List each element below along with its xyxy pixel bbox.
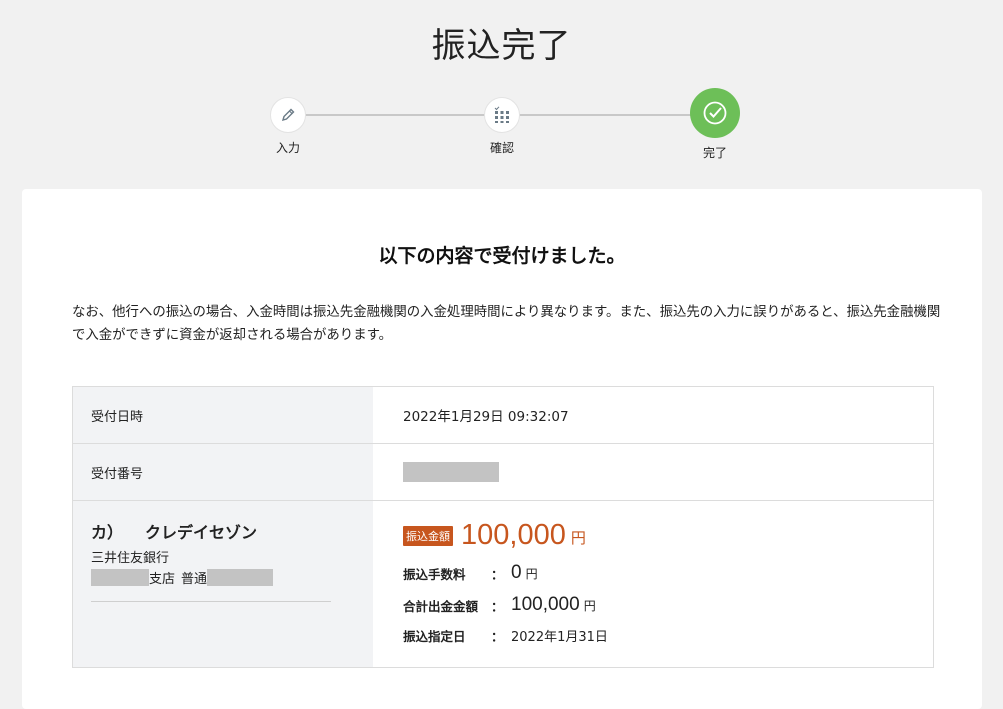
date-value: 2022年1月31日 xyxy=(511,630,608,645)
payee-info: カ） クレデイセゾン 三井住友銀行 支店 普通 xyxy=(73,501,373,667)
notice-text: なお、他行への振込の場合、入金時間は振込先金融機関の入金処理時間により異なります… xyxy=(72,305,941,343)
fee-label: 振込手数料 xyxy=(403,566,466,582)
date-line: 振込指定日 ： 2022年1月31日 xyxy=(403,626,903,645)
bank-name: 三井住友銀行 xyxy=(91,551,170,566)
date-colon: ： xyxy=(491,629,504,644)
transfer-info: 振込金額 100,000 円 振込手数料 ： 0 円 合計出金金額 ： 100,… xyxy=(373,501,933,667)
masked-account-number xyxy=(207,569,274,586)
total-line: 合計出金金額 ： 100,000 円 xyxy=(403,594,903,616)
total-unit: 円 xyxy=(583,598,596,613)
masked-reception-number xyxy=(403,462,499,482)
step-label-complete: 完了 xyxy=(702,146,727,160)
check-circle-icon xyxy=(690,88,740,138)
row-received-at: 受付日時 2022年1月29日 09:32:07 xyxy=(73,387,933,444)
amount-line: 振込金額 100,000 円 xyxy=(403,519,903,552)
received-at-label: 受付日時 xyxy=(73,387,373,443)
received-at-value: 2022年1月29日 09:32:07 xyxy=(403,409,569,425)
result-card: 以下の内容で受付けました。 なお、他行への振込の場合、入金時間は振込先金融機関の… xyxy=(22,189,982,709)
date-label: 振込指定日 xyxy=(403,629,466,644)
branch-line: 支店 普通 xyxy=(91,568,355,587)
page-title: 振込完了 xyxy=(431,26,572,66)
total-label: 合計出金金額 xyxy=(403,598,479,614)
payee-name-main: クレデイセゾン xyxy=(145,523,258,542)
fee-colon: ： xyxy=(491,566,504,582)
transfer-detail-table: 受付日時 2022年1月29日 09:32:07 受付番号 カ） クレデイセゾン … xyxy=(72,386,934,668)
row-reception-number: 受付番号 xyxy=(73,444,933,501)
card-heading: 以下の内容で受付けました。 xyxy=(378,245,626,267)
reception-number-value xyxy=(373,444,933,500)
masked-branch xyxy=(91,569,149,586)
reception-number-label: 受付番号 xyxy=(73,444,373,500)
fee-line: 振込手数料 ： 0 円 xyxy=(403,562,903,584)
total-colon: ： xyxy=(491,598,504,614)
fee-unit: 円 xyxy=(525,566,538,581)
fee-value: 0 xyxy=(511,562,522,583)
row-transfer: カ） クレデイセゾン 三井住友銀行 支店 普通 振込金額 100,000 円 振… xyxy=(73,501,933,667)
step-input: 入力 xyxy=(248,97,328,156)
step-label-confirm: 確認 xyxy=(489,141,514,155)
payee-name: カ） クレデイセゾン xyxy=(91,519,355,543)
amount-badge: 振込金額 xyxy=(403,526,453,546)
grid-check-icon xyxy=(484,97,520,133)
step-confirm: 確認 xyxy=(462,97,542,156)
transfer-amount: 100,000 xyxy=(461,519,566,551)
payee-divider xyxy=(91,601,331,602)
payee-name-prefix: カ） xyxy=(91,523,124,542)
pencil-icon xyxy=(270,97,306,133)
progress-stepper: 入力 確認 完了 xyxy=(0,86,1003,166)
transfer-amount-unit: 円 xyxy=(570,529,586,547)
step-complete: 完了 xyxy=(675,88,755,161)
step-label-input: 入力 xyxy=(275,141,300,155)
branch-suffix: 支店 xyxy=(149,572,176,587)
total-value: 100,000 xyxy=(511,594,580,615)
account-type: 普通 xyxy=(181,572,208,587)
